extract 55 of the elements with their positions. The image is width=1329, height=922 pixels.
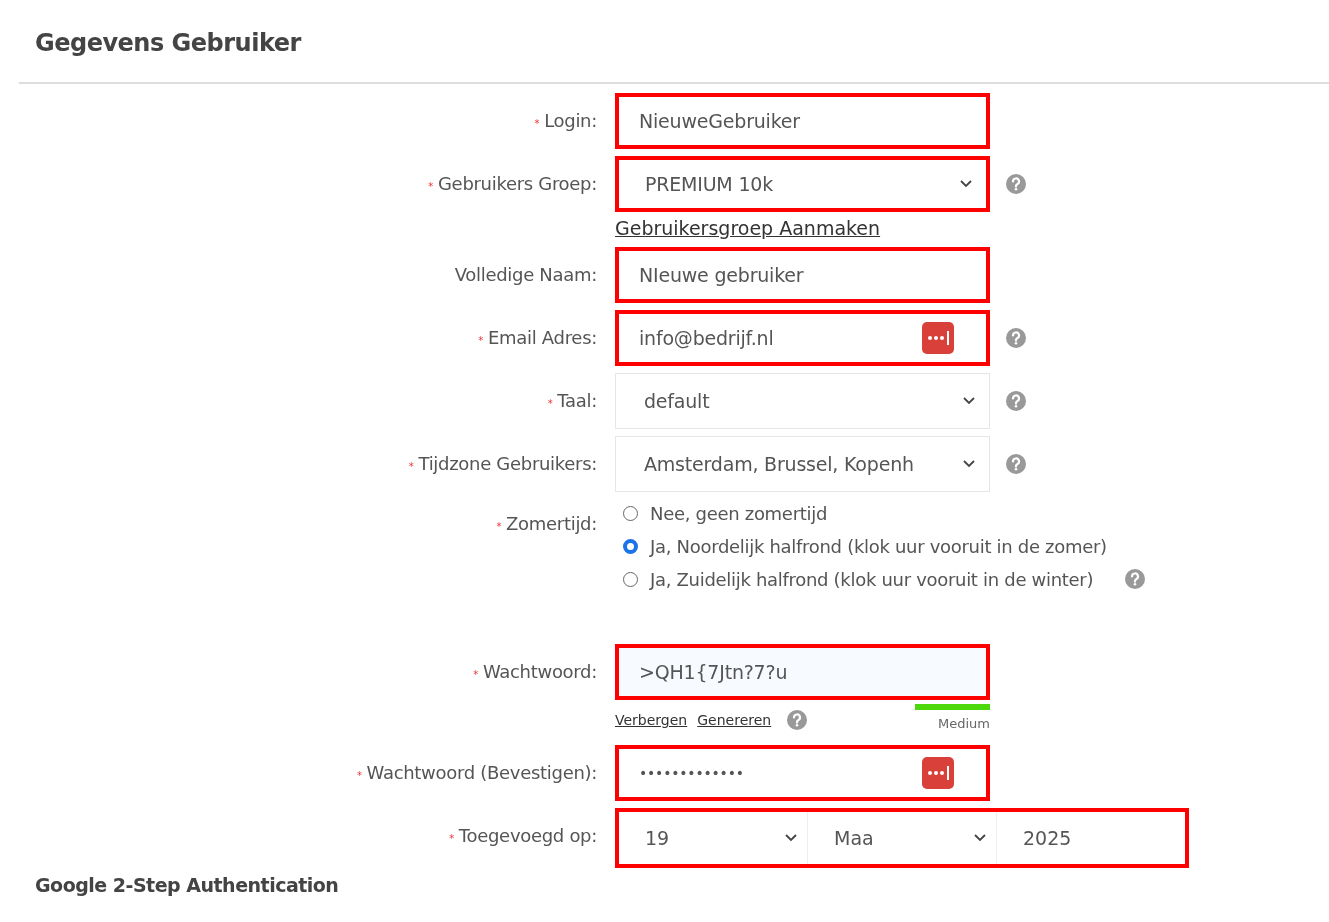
chevron-down-icon: [960, 180, 972, 188]
required-mark: *: [449, 832, 454, 846]
field-label: Zomertijd:: [506, 512, 597, 536]
required-mark: *: [496, 520, 502, 534]
chevron-down-icon: [963, 460, 975, 468]
password-field[interactable]: >QH1{7Jtn?7?u: [615, 644, 990, 700]
field-label: Wachtwoord (Bevestigen):: [366, 761, 597, 785]
input-field[interactable]: NIeuwe gebruiker: [615, 247, 990, 303]
chevron-down-icon: [974, 834, 986, 842]
section-title: Gegevens Gebruiker: [34, 28, 303, 59]
required-mark: *: [428, 180, 433, 194]
required-mark: *: [473, 668, 478, 682]
option-label[interactable]: Ja, Zuidelijk halfrond (klok uur vooruit in de winter): [650, 568, 1094, 590]
help-icon[interactable]: [1006, 391, 1026, 411]
input-field[interactable]: info@bedrijf.nl: [615, 310, 990, 366]
select-field[interactable]: PREMIUM 10k: [615, 156, 990, 212]
chevron-down-icon: [963, 397, 975, 405]
required-mark: *: [356, 769, 362, 783]
password-manager-icon[interactable]: [922, 322, 954, 354]
select-field[interactable]: Maa: [808, 812, 997, 864]
link[interactable]: Verbergen: [615, 712, 688, 728]
radio-button[interactable]: [623, 505, 638, 521]
required-mark: *: [408, 460, 414, 474]
required-mark: *: [534, 117, 540, 131]
select-field[interactable]: 19: [619, 812, 808, 864]
field-label: Gebruikers Groep:: [437, 172, 597, 196]
option-label[interactable]: Ja, Noordelijk halfrond (klok uur vooruit in de zomer): [650, 535, 1107, 557]
password-manager-icon[interactable]: [922, 757, 954, 789]
strength-label: Medium: [938, 716, 990, 731]
required-mark: *: [547, 397, 553, 411]
field-label: Toegevoegd op:: [458, 824, 597, 848]
chevron-down-icon: [785, 834, 797, 842]
required-mark: *: [478, 334, 483, 348]
radio-button[interactable]: [623, 571, 638, 587]
field-label: Tijdzone Gebruikers:: [418, 452, 597, 476]
help-icon[interactable]: [787, 710, 808, 730]
help-icon[interactable]: [1006, 174, 1026, 194]
help-icon[interactable]: [1006, 454, 1026, 474]
field-label: Login:: [544, 109, 597, 133]
field-label: Taal:: [557, 389, 597, 413]
radio-button[interactable]: [623, 538, 638, 554]
input-field[interactable]: •••••••••••••: [615, 745, 990, 801]
option-label[interactable]: Nee, geen zomertijd: [650, 502, 828, 524]
input-field[interactable]: NieuweGebruiker: [615, 93, 990, 149]
year-field[interactable]: 2025: [997, 812, 1185, 864]
section-title: Google 2-Step Authentication: [34, 873, 340, 896]
link[interactable]: Genereren: [697, 712, 772, 728]
select-field[interactable]: Amsterdam, Brussel, Kopenh: [615, 436, 990, 492]
field-label: Volledige Naam:: [454, 263, 597, 287]
field-label: Email Adres:: [488, 326, 597, 350]
help-icon[interactable]: [1125, 569, 1146, 589]
field-label: Wachtwoord:: [482, 660, 597, 684]
help-icon[interactable]: [1006, 328, 1026, 348]
select-field[interactable]: default: [615, 373, 990, 429]
link[interactable]: Gebruikersgroep Aanmaken: [615, 216, 881, 240]
